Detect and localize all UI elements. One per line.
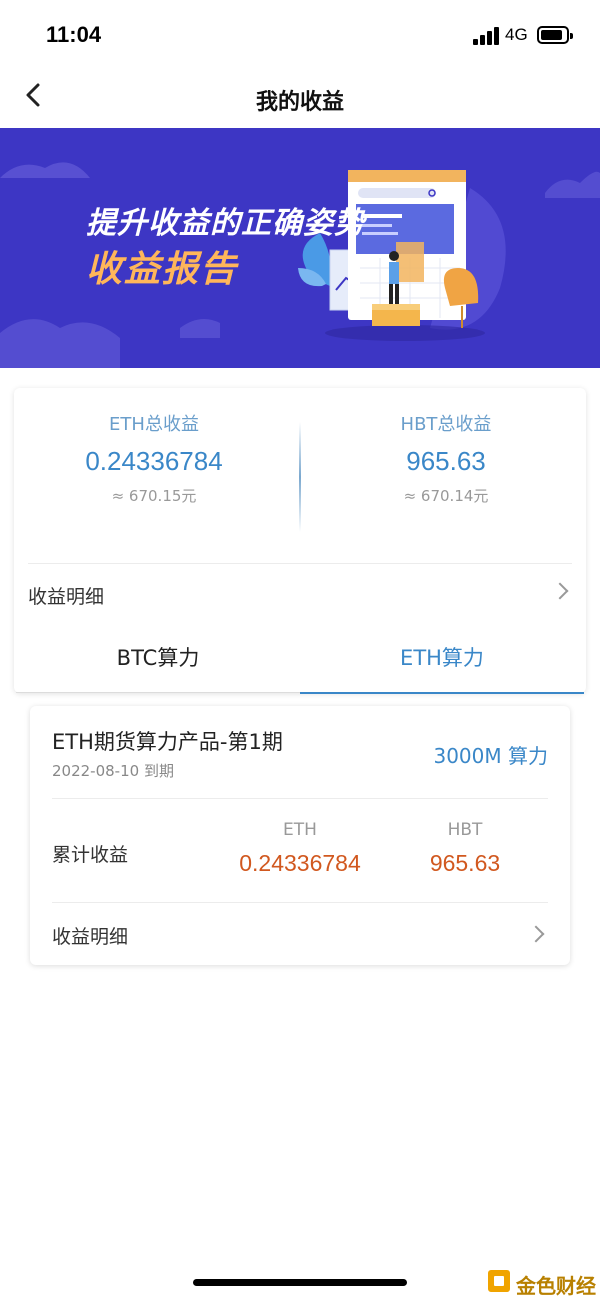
network-type: 4G [505,25,528,44]
tab-btc-hashrate[interactable]: BTC算力 [16,620,300,693]
product-detail-label: 收益明细 [52,926,129,948]
hbt-earnings-value: 965.63 [429,850,501,876]
signal-icon [473,27,499,45]
nav-bar: 我的收益 [0,70,600,128]
battery-icon [537,26,573,44]
product-expiry: 2022-08-10 到期 [52,762,174,780]
banner-subheadline: 收益报告 [86,249,239,290]
chevron-right-icon [527,925,545,943]
product-hashrate: 3000M 算力 [433,744,548,768]
eth-total-column: ETH总收益 0.24336784 ≈ 670.15元 [14,410,294,506]
hbt-total-column: HBT总收益 965.63 ≈ 670.14元 [306,410,586,506]
home-indicator[interactable] [193,1279,407,1286]
eth-earnings-value: 0.24336784 [239,850,361,876]
hbt-total-cny: ≈ 670.14元 [403,487,489,505]
watermark-text: 金色财经 [516,1274,596,1298]
product-name: ETH期货算力产品-第1期 [52,730,283,754]
hbt-earnings-header: HBT [447,820,483,840]
hashrate-tabs: BTC算力 ETH算力 [16,620,584,694]
eth-total-value: 0.24336784 [85,446,223,476]
eth-total-label: ETH总收益 [109,414,199,435]
page-title: 我的收益 [255,90,344,115]
eth-total-cny: ≈ 670.15元 [111,487,197,505]
earnings-detail-link[interactable]: 收益明细 [28,568,572,618]
divider [28,563,572,564]
column-divider [299,422,301,532]
eth-earnings-header: ETH [283,820,317,840]
tab-eth-hashrate[interactable]: ETH算力 [300,620,584,694]
product-detail-link[interactable]: 收益明细 [52,904,548,962]
eth-earnings-column: ETH 0.24336784 [230,820,370,877]
earnings-detail-label: 收益明细 [28,586,105,608]
divider [52,798,548,799]
status-bar: 11:04 4G [0,0,600,70]
hbt-total-label: HBT总收益 [400,414,492,435]
hbt-total-value: 965.63 [406,446,486,476]
divider [52,902,548,903]
status-time: 11:04 [46,22,102,47]
product-card: ETH期货算力产品-第1期 2022-08-10 到期 3000M 算力 累计收… [30,706,570,965]
promo-banner[interactable]: 提升收益的正确姿势 收益报告 [0,128,600,368]
cumulative-earnings-label: 累计收益 [52,844,129,866]
banner-headline: 提升收益的正确姿势 [86,206,365,241]
hbt-earnings-column: HBT 965.63 [410,820,520,877]
watermark-logo-icon [488,1270,510,1292]
chevron-right-icon [551,582,569,600]
